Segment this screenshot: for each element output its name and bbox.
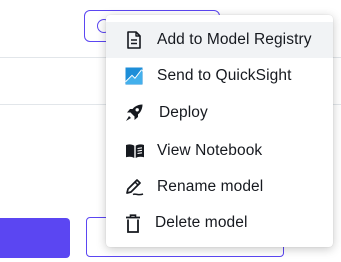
menu-item-label: Add to Model Registry xyxy=(157,31,312,48)
model-actions-menu: Add to Model Registry Send to QuickSight xyxy=(106,15,333,247)
primary-button[interactable] xyxy=(0,218,70,258)
menu-item-label: View Notebook xyxy=(157,142,263,159)
menu-item-label: Deploy xyxy=(159,104,208,121)
menu-item-label: Delete model xyxy=(155,214,248,231)
menu-item-label: Rename model xyxy=(157,178,264,195)
menu-item-rename-model[interactable]: Rename model xyxy=(106,169,333,205)
menu-item-deploy[interactable]: Deploy xyxy=(106,95,333,131)
document-icon xyxy=(124,30,144,50)
rocket-icon xyxy=(124,103,144,123)
menu-item-label: Send to QuickSight xyxy=(157,67,292,84)
menu-item-delete-model[interactable]: Delete model xyxy=(106,205,333,241)
menu-item-view-notebook[interactable]: View Notebook xyxy=(106,133,333,169)
book-icon xyxy=(125,141,145,161)
pencil-icon xyxy=(124,177,144,197)
menu-item-add-to-model-registry[interactable]: Add to Model Registry xyxy=(106,22,333,58)
menu-item-send-to-quicksight[interactable]: Send to QuickSight xyxy=(106,58,333,94)
page: Add to Model Registry Send to QuickSight xyxy=(0,0,341,262)
quicksight-icon xyxy=(124,66,144,86)
trash-icon xyxy=(123,213,143,233)
